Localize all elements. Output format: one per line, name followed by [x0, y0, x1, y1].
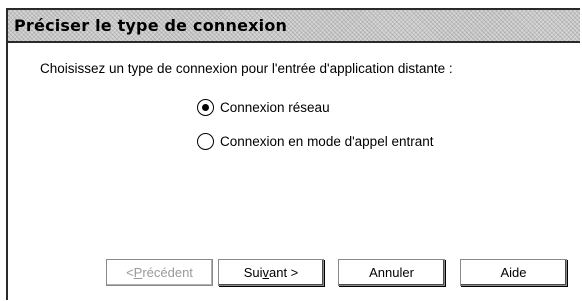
help-button-label: Aide	[500, 265, 527, 280]
connection-type-dialog: Préciser le type de connexion	[6, 8, 580, 300]
previous-button-rest: récédent	[142, 265, 193, 280]
radio-button-checked-icon[interactable]	[197, 99, 214, 116]
radio-label-network: Connexion réseau	[220, 100, 330, 115]
dialog-title: Préciser le type de connexion	[14, 16, 288, 35]
dialog-titlebar[interactable]: Préciser le type de connexion	[8, 10, 580, 43]
previous-button-prefix: <	[126, 265, 134, 280]
cancel-button-label: Annuler	[369, 265, 414, 280]
help-button[interactable]: Aide	[460, 259, 567, 286]
previous-button[interactable]: < Précédent	[106, 259, 213, 286]
radio-option-dial-in[interactable]: Connexion en mode d'appel entrant	[197, 133, 433, 150]
radio-option-network[interactable]: Connexion réseau	[197, 99, 330, 116]
cancel-button[interactable]: Annuler	[338, 259, 445, 286]
next-button-prefix: Sui	[243, 265, 263, 280]
instruction-text: Choisissez un type de connexion pour l'e…	[40, 61, 453, 76]
next-button[interactable]: Sui v ant >	[218, 259, 324, 286]
radio-button-unchecked-icon[interactable]	[197, 133, 214, 150]
previous-button-mnemonic: P	[133, 265, 143, 280]
radio-label-dial-in: Connexion en mode d'appel entrant	[220, 134, 434, 149]
next-button-rest: ant >	[269, 265, 299, 280]
